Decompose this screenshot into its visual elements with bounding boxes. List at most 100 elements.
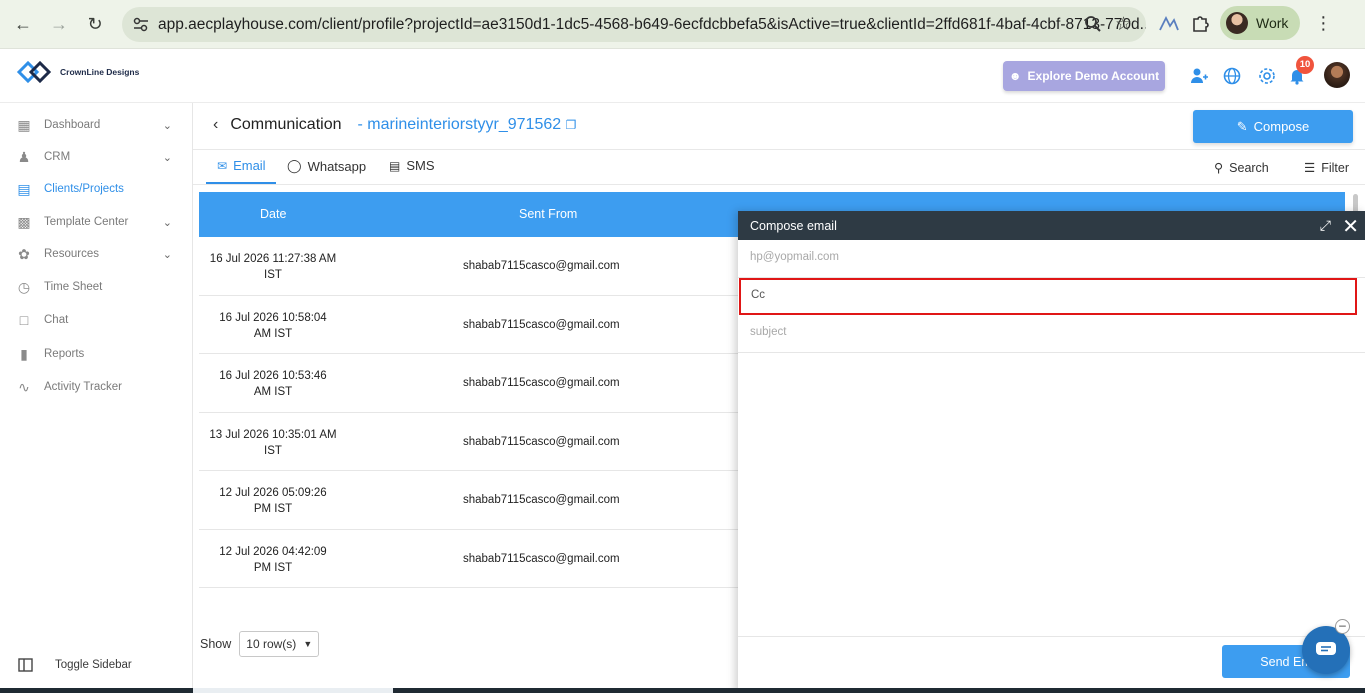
- subject-field[interactable]: subject: [738, 315, 1365, 353]
- sidebar-item-label: Chat: [44, 314, 69, 326]
- tab-email[interactable]: ✉ Email: [217, 158, 266, 173]
- company-logo[interactable]: CrownLine Designs: [16, 59, 139, 85]
- date-line1: 13 Jul 2026 10:35:01 AM: [209, 428, 337, 441]
- to-field[interactable]: hp@yopmail.com: [738, 240, 1365, 278]
- sidebar-item-template-center[interactable]: ▩ Template Center ⌄: [16, 212, 176, 232]
- column-header-sent-from[interactable]: Sent From: [519, 207, 577, 221]
- add-user-icon[interactable]: [1190, 67, 1208, 85]
- chevron-down-icon: ⌄: [162, 216, 172, 229]
- user-avatar[interactable]: [1324, 62, 1350, 88]
- sms-icon: ▤: [389, 158, 401, 173]
- site-settings-icon[interactable]: [132, 16, 150, 34]
- close-icon[interactable]: ✕: [1342, 214, 1359, 239]
- copy-icon[interactable]: ❐: [566, 118, 577, 132]
- project-name-link[interactable]: - marineinteriorstyyr_971562 ❐: [357, 116, 576, 134]
- date-cell: 12 Jul 2026 05:09:26 PM IST: [207, 485, 339, 517]
- sidebar-item-reports[interactable]: ▮ Reports: [16, 344, 176, 364]
- sidebar-item-resources[interactable]: ✿ Resources ⌄: [16, 244, 176, 264]
- dashboard-icon: ▦: [17, 116, 31, 133]
- chevron-down-icon: ⌄: [162, 151, 172, 164]
- cc-field[interactable]: Cc: [739, 278, 1357, 315]
- tab-whatsapp[interactable]: ◯ Whatsapp: [287, 158, 366, 174]
- show-label: Show: [200, 637, 232, 651]
- chevron-down-icon: ⌄: [162, 248, 172, 261]
- pagination-size: Show 10 row(s) ▼: [200, 631, 320, 657]
- globe-icon[interactable]: [1223, 67, 1241, 85]
- chat-icon: □: [19, 312, 29, 328]
- chevron-down-icon: ⌄: [162, 119, 172, 132]
- url-text[interactable]: app.aecplayhouse.com/client/profile?proj…: [158, 16, 1146, 34]
- profile-avatar: [1226, 12, 1248, 34]
- compose-title: Compose email: [750, 218, 837, 233]
- sidebar-item-chat[interactable]: □ Chat: [16, 310, 176, 330]
- date-line1: 12 Jul 2026 04:42:09: [219, 545, 327, 558]
- taskbar-edge-highlight: [193, 688, 393, 693]
- column-header-date[interactable]: Date: [260, 207, 286, 221]
- browser-menu-icon[interactable]: ⋮: [1314, 13, 1332, 34]
- bookmark-star-icon[interactable]: ☆: [1115, 13, 1132, 36]
- tab-label: SMS: [406, 158, 435, 173]
- sidebar-item-label: Dashboard: [44, 119, 101, 131]
- back-icon[interactable]: ←: [5, 6, 41, 42]
- date-cell: 12 Jul 2026 04:42:09 PM IST: [207, 544, 339, 576]
- filter-icon: ☰: [1304, 161, 1316, 175]
- date-line1: 16 Jul 2026 11:27:38 AM: [209, 253, 337, 265]
- date-cell: 16 Jul 2026 10:58:04 AM IST: [207, 310, 339, 342]
- date-line1: 16 Jul 2026 10:58:04: [219, 311, 327, 324]
- compose-email-panel: Compose email ⤢ ✕ hp@yopmail.com Cc subj…: [738, 211, 1365, 693]
- extensions-puzzle-icon[interactable]: [1190, 13, 1210, 33]
- tab-sms[interactable]: ▤ SMS: [389, 158, 435, 173]
- page-title: Communication: [230, 116, 342, 133]
- settings-gear-icon[interactable]: [1258, 67, 1276, 85]
- sidebar-item-activity-tracker[interactable]: ∿ Activity Tracker: [16, 377, 176, 397]
- clock-icon: ◷: [17, 278, 31, 295]
- reload-icon[interactable]: ↻: [77, 6, 113, 42]
- zoom-icon[interactable]: [1084, 15, 1102, 33]
- sent-from-cell: shabab7115casco@gmail.com: [463, 260, 620, 272]
- address-bar[interactable]: app.aecplayhouse.com/client/profile?proj…: [122, 7, 1146, 42]
- mail-icon: ✉: [217, 158, 228, 173]
- sidebar-item-label: Activity Tracker: [44, 381, 122, 393]
- chart-icon: ▮: [20, 345, 28, 362]
- sidebar-item-dashboard[interactable]: ▦ Dashboard ⌄: [16, 115, 176, 135]
- compose-footer: Send Em: [738, 636, 1365, 693]
- date-line1: 12 Jul 2026 05:09:26: [219, 487, 327, 499]
- tab-label: Email: [233, 158, 266, 173]
- demo-button-label: Explore Demo Account: [1027, 69, 1160, 83]
- date-line2: IST: [264, 269, 282, 281]
- profile-button[interactable]: Work: [1220, 6, 1301, 40]
- clients-icon: ▤: [17, 180, 31, 197]
- channel-tabs: ✉ Email ◯ Whatsapp ▤ SMS ⚲ Search ☰ Filt…: [193, 149, 1365, 185]
- search-label: Search: [1229, 160, 1269, 175]
- explore-demo-button[interactable]: ☻ Explore Demo Account: [1003, 61, 1165, 91]
- sent-from-cell: shabab7115casco@gmail.com: [463, 494, 620, 506]
- email-body-editor[interactable]: [738, 354, 1365, 636]
- toggle-sidebar-button[interactable]: Toggle Sidebar: [18, 658, 132, 672]
- extension-logo-icon[interactable]: [1158, 14, 1180, 32]
- browser-toolbar: ← → ↻ app.aecplayhouse.com/client/profil…: [0, 0, 1365, 49]
- sidebar-item-time-sheet[interactable]: ◷ Time Sheet: [16, 277, 176, 297]
- rows-per-page-value: 10 row(s): [246, 637, 297, 651]
- forward-icon[interactable]: →: [41, 6, 77, 42]
- expand-icon[interactable]: ⤢: [1320, 217, 1331, 234]
- minimize-chat-icon[interactable]: –: [1335, 619, 1350, 634]
- sidebar-item-crm[interactable]: ♟ CRM ⌄: [16, 147, 176, 167]
- filter-button[interactable]: ☰ Filter: [1304, 160, 1349, 176]
- sidebar-item-label: CRM: [44, 151, 71, 163]
- demo-user-icon: ☻: [1008, 69, 1022, 83]
- compose-button-label: Compose: [1253, 119, 1310, 134]
- sent-from-cell: shabab7115casco@gmail.com: [463, 552, 620, 565]
- compose-button[interactable]: ✎ Compose: [1193, 110, 1353, 143]
- dropdown-caret-icon: ▼: [303, 639, 313, 649]
- pencil-icon: ✎: [1236, 118, 1248, 134]
- sent-from-cell: shabab7115casco@gmail.com: [463, 435, 620, 448]
- sent-from-cell: shabab7115casco@gmail.com: [463, 318, 620, 331]
- sidebar-item-label: Resources: [44, 248, 99, 260]
- back-chevron-icon[interactable]: ‹: [213, 116, 218, 134]
- title-separator: -: [357, 116, 363, 133]
- template-icon: ▩: [17, 213, 31, 230]
- date-line2: AM IST: [253, 386, 293, 398]
- search-button[interactable]: ⚲ Search: [1214, 160, 1269, 176]
- sidebar-item-clients-projects[interactable]: ▤ Clients/Projects: [16, 179, 176, 199]
- rows-per-page-select[interactable]: 10 row(s) ▼: [239, 631, 320, 657]
